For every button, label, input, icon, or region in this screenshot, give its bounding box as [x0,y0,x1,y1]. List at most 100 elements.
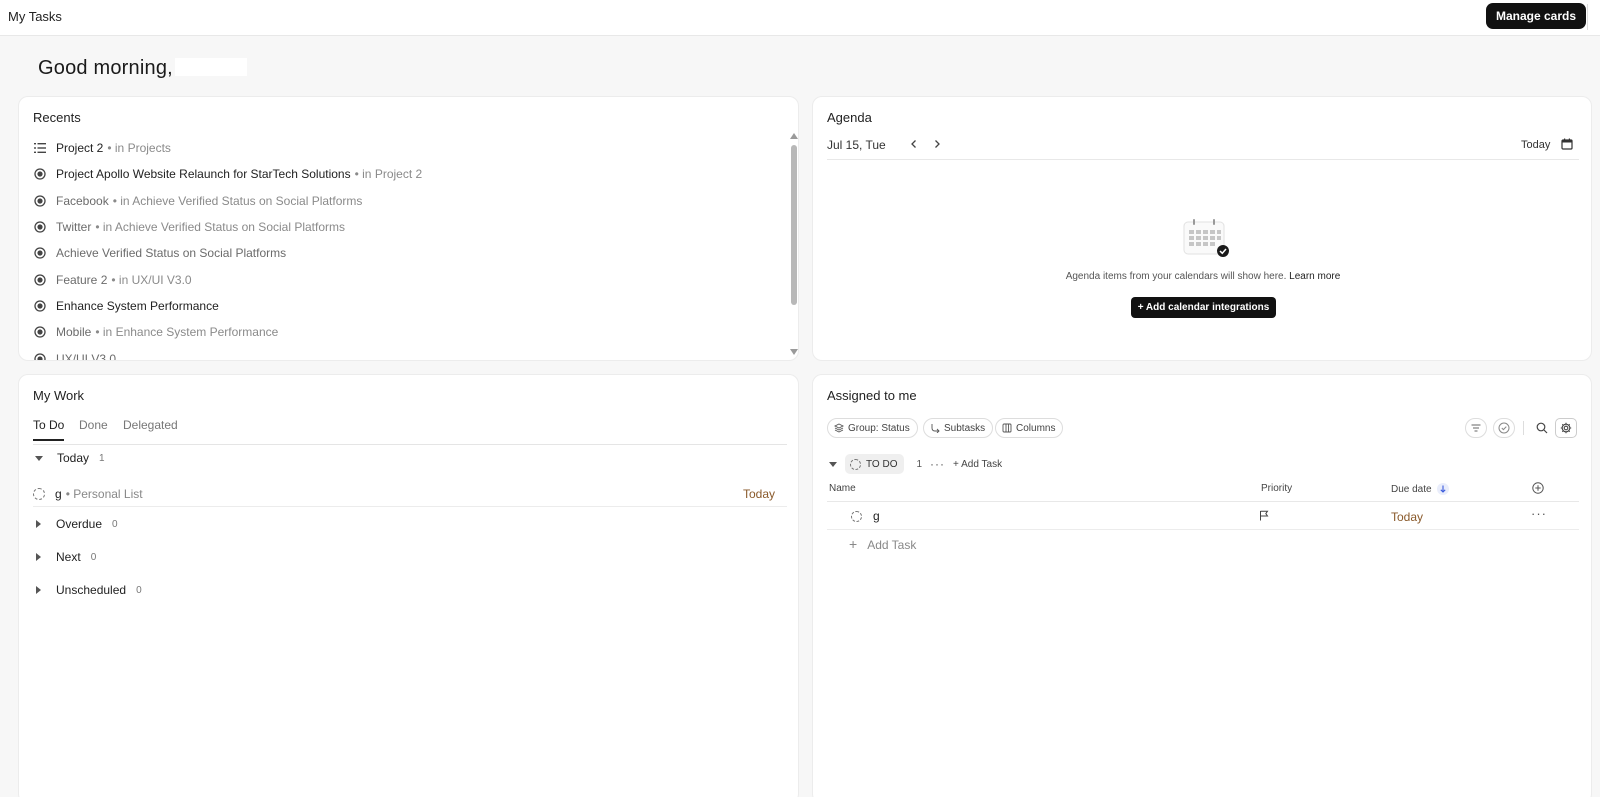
caret-right-icon [36,586,41,594]
column-due-date-label: Due date [1391,484,1432,495]
caret-down-icon[interactable] [829,461,837,467]
tab-done[interactable]: Done [79,418,108,440]
recent-item[interactable]: Facebook • in Achieve Verified Status on… [33,188,773,214]
task-name: g [55,486,62,501]
target-icon [33,273,47,287]
group-add-task-button[interactable]: + Add Task [953,459,1002,470]
recent-item[interactable]: Twitter • in Achieve Verified Status on … [33,214,773,240]
section-unscheduled[interactable]: Unscheduled 0 [33,579,787,601]
calendar-icon[interactable] [1561,138,1573,150]
subtasks-chip[interactable]: Subtasks [923,418,994,438]
recent-item-name: Project Apollo Website Relaunch for Star… [56,167,351,182]
more-icon[interactable]: ··· [1531,506,1547,521]
today-button[interactable]: Today [1521,139,1550,151]
settings-button[interactable] [1555,418,1577,438]
column-priority[interactable]: Priority [1261,483,1292,494]
section-label: Today [57,451,90,465]
columns-chip[interactable]: Columns [995,418,1064,438]
recent-item-context: • in Enhance System Performance [95,325,279,340]
tab-to-do[interactable]: To Do [33,418,65,441]
recent-item-context: • in UX/UI V3.0 [111,272,192,287]
agenda-title: Agenda [827,110,872,125]
filter-icon [1471,424,1481,432]
chevron-left-icon[interactable] [907,138,921,152]
chip-label: Subtasks [944,422,986,434]
todo-status-pill[interactable]: TO DO [845,454,905,474]
chip-label: Columns [1016,422,1056,434]
search-button[interactable] [1531,418,1553,438]
scroll-thumb[interactable] [791,145,797,305]
section-count: 0 [112,518,118,530]
redacted-username [174,58,247,76]
calendar-illustration-icon [1181,218,1231,258]
target-icon [33,352,47,360]
recent-item[interactable]: Project 2 • in Projects [33,135,773,161]
table-row[interactable]: g Today ··· [827,502,1579,530]
show-completed-button[interactable] [1493,418,1515,438]
section-today[interactable]: Today 1 [33,447,787,469]
section-count: 0 [90,551,97,563]
table-header: Name Priority Due date [827,475,1579,502]
section-count: 1 [99,452,105,464]
my-work-title: My Work [33,388,85,403]
agenda-date: Jul 15, Tue [827,138,886,152]
task-row[interactable]: g • Personal List Today [33,481,787,507]
task-due-date[interactable]: Today [1391,510,1423,524]
section-count: 0 [136,584,142,596]
search-icon [1536,422,1548,434]
todo-status-icon [850,458,861,470]
learn-more-link[interactable]: Learn more [1289,271,1340,282]
recent-item[interactable]: Mobile • in Enhance System Performance [33,319,773,345]
recents-scrollbar[interactable] [790,133,798,355]
task-status-icon[interactable] [33,487,45,500]
recent-item-context: • in Project 2 [354,167,423,182]
chevron-right-icon[interactable] [930,138,944,152]
caret-right-icon [36,553,41,561]
recents-list: Project 2 • in Projects Project Apollo W… [33,135,773,361]
recent-item[interactable]: UX/UI V3.0 [33,345,773,361]
section-overdue[interactable]: Overdue 0 [33,513,787,535]
recent-item-name: Achieve Verified Status on Social Platfo… [56,246,287,261]
group-status-chip[interactable]: Group: Status [827,418,918,438]
flag-icon[interactable] [1259,510,1269,524]
filter-button[interactable] [1465,418,1487,438]
group-add-task-label: Add Task [961,458,1003,470]
add-column-icon[interactable] [1532,482,1544,497]
manage-cards-button[interactable]: Manage cards [1486,3,1587,29]
caret-right-icon [36,520,41,528]
recent-item[interactable]: Enhance System Performance [33,293,773,319]
section-label: Next [56,550,81,564]
more-icon[interactable]: ··· [930,457,945,471]
agenda-empty-message: Agenda items from your calendars will sh… [813,271,1591,282]
edge-divider [1587,4,1588,30]
tab-delegated[interactable]: Delegated [123,418,178,440]
recent-item-name: Project 2 [56,141,104,156]
add-task-row[interactable]: + Add Task [849,536,916,552]
column-name[interactable]: Name [829,483,856,494]
recent-item-name: Feature 2 [56,272,108,287]
section-label: Overdue [56,517,103,531]
recent-item[interactable]: Achieve Verified Status on Social Platfo… [33,240,773,266]
column-due-date[interactable]: Due date [1391,483,1450,495]
task-status-icon[interactable] [851,511,862,522]
task-due-date: Today [742,486,775,501]
caret-down-icon [35,455,43,461]
add-calendar-integrations-button[interactable]: + Add calendar integrations [1131,297,1276,318]
recents-title: Recents [33,110,81,125]
my-work-card: My Work To Do Done Delegated Today 1 g •… [18,374,799,797]
task-name: g [873,509,880,523]
scroll-down-arrow[interactable] [790,349,798,355]
recent-item-name: Twitter [56,220,92,235]
recent-item-name: UX/UI V3.0 [56,351,117,361]
section-next[interactable]: Next 0 [33,546,787,568]
scroll-up-arrow[interactable] [790,133,798,139]
recent-item[interactable]: Feature 2 • in UX/UI V3.0 [33,266,773,292]
recent-item-name: Enhance System Performance [56,298,219,313]
recent-item[interactable]: Project Apollo Website Relaunch for Star… [33,161,773,187]
target-icon [33,246,47,260]
assigned-to-me-card: Assigned to me Group: Status Subtasks Co… [812,374,1592,797]
chip-label: Group: Status [848,422,910,434]
toolbar-divider [1523,421,1524,435]
top-bar: My Tasks Manage cards [0,0,1600,36]
gear-icon [1560,422,1572,434]
